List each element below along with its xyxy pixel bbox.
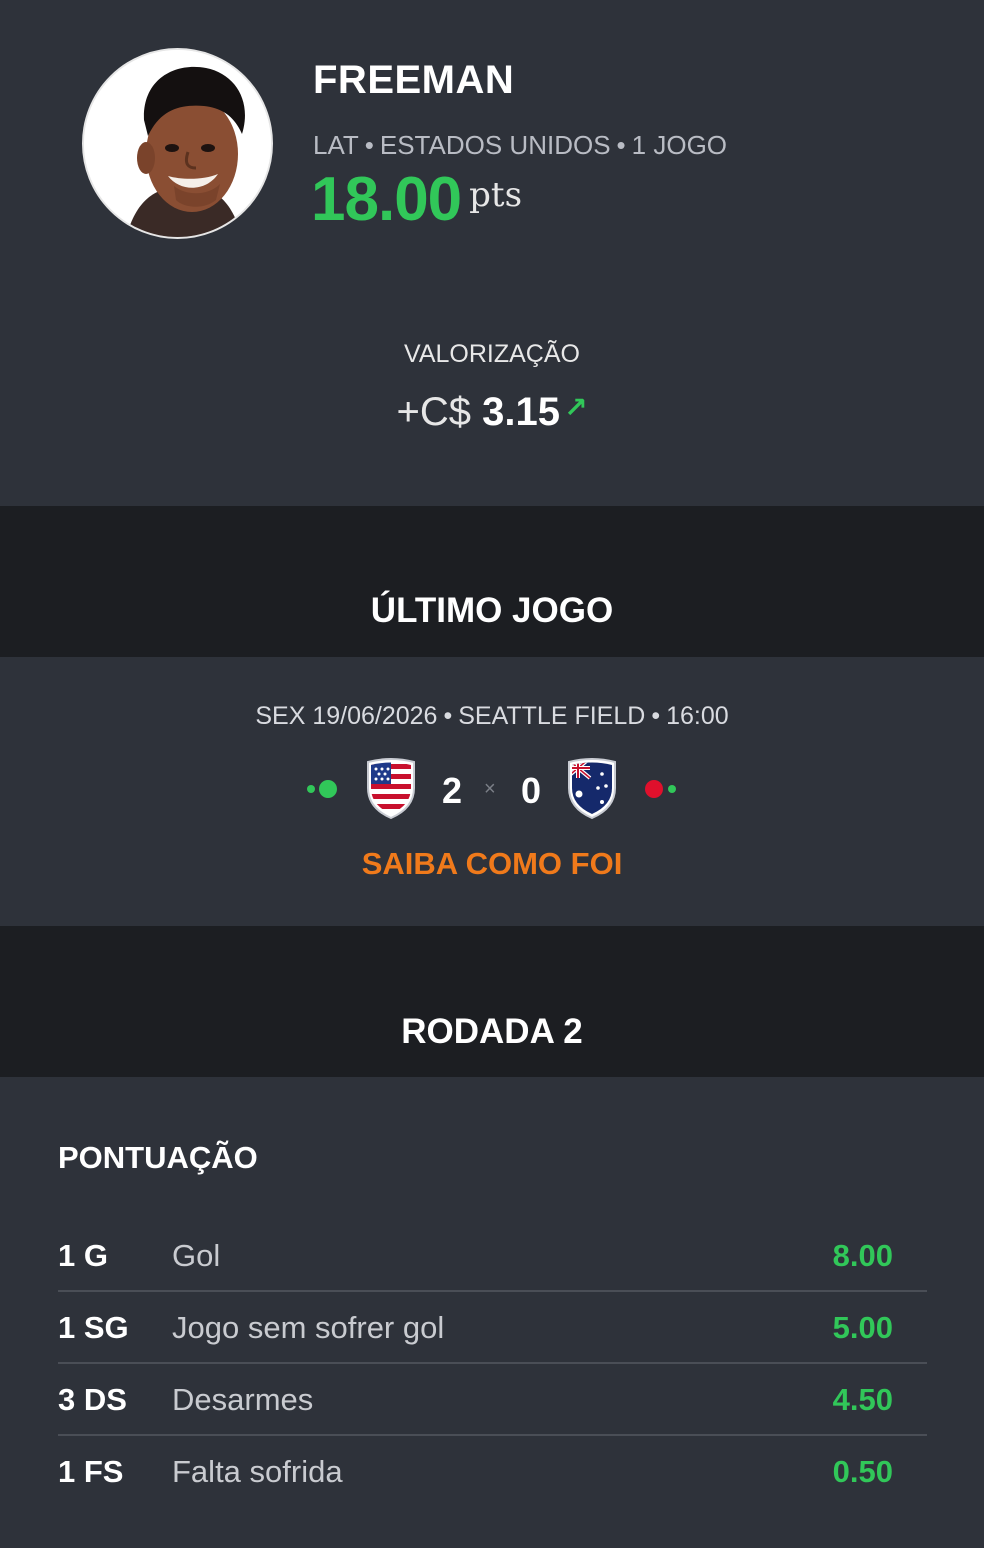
player-avatar <box>82 48 273 239</box>
scout-code: 1 G <box>58 1238 108 1273</box>
away-form-dot <box>645 780 663 798</box>
australia-crest-icon <box>566 758 618 825</box>
match-day: SEX 19/06/2026 <box>255 702 438 730</box>
match-venue: SEATTLE FIELD <box>458 702 646 730</box>
scoring-row: 1 G Gol 8.00 <box>58 1220 927 1292</box>
score-separator: × <box>484 778 496 800</box>
player-position: LAT <box>313 130 359 160</box>
scout-code: 3 DS <box>58 1382 127 1417</box>
match-info: SEX 19/06/2026 • SEATTLE FIELD • 16:00 <box>0 702 984 731</box>
scout-points: 8.00 <box>832 1238 893 1273</box>
scout-code: 1 FS <box>58 1454 124 1489</box>
valorization-amount: +C$ 3.15 ↗ <box>0 390 984 435</box>
valorization-value: 3.15 <box>482 390 560 434</box>
points-unit: pts <box>469 175 523 215</box>
match-time: 16:00 <box>666 702 729 730</box>
trend-up-icon: ↗ <box>564 392 588 423</box>
meta-separator: • <box>616 130 626 160</box>
match-details-link[interactable]: SAIBA COMO FOI <box>0 846 984 882</box>
away-form-dot <box>668 785 676 793</box>
points-value: 18.00 <box>311 165 462 234</box>
last-game-title: ÚLTIMO JOGO <box>370 591 614 630</box>
meta-separator: • <box>364 130 374 160</box>
info-separator: • <box>651 702 661 730</box>
round-band <box>0 926 984 1077</box>
home-score: 2 <box>442 770 463 811</box>
player-meta: LAT • ESTADOS UNIDOS • 1 JOGO <box>313 130 727 161</box>
usa-crest-icon <box>365 758 417 825</box>
away-score: 0 <box>521 770 542 811</box>
home-form-dot <box>319 780 337 798</box>
home-form-dot <box>307 785 315 793</box>
info-separator: • <box>443 702 453 730</box>
last-game-band <box>0 506 984 657</box>
scoring-label: PONTUAÇÃO <box>58 1140 258 1175</box>
player-points: 18.00 pts <box>311 164 522 235</box>
scout-description: Jogo sem sofrer gol <box>172 1310 445 1345</box>
scout-description: Falta sofrida <box>172 1454 343 1489</box>
scout-code: 1 SG <box>58 1310 129 1345</box>
scoring-row: 1 FS Falta sofrida 0.50 <box>58 1436 927 1508</box>
player-games: 1 JOGO <box>631 130 728 160</box>
scout-description: Gol <box>172 1238 221 1273</box>
scout-points: 0.50 <box>832 1454 893 1489</box>
valorization-prefix: +C$ <box>396 390 472 434</box>
player-name: FREEMAN <box>313 58 515 102</box>
scoring-row: 3 DS Desarmes 4.50 <box>58 1364 927 1436</box>
player-team: ESTADOS UNIDOS <box>379 130 611 160</box>
scout-description: Desarmes <box>172 1382 314 1417</box>
scout-points: 5.00 <box>832 1310 893 1345</box>
scout-points: 4.50 <box>832 1382 893 1417</box>
round-title: RODADA 2 <box>401 1012 583 1051</box>
scoring-row: 1 SG Jogo sem sofrer gol 5.00 <box>58 1292 927 1364</box>
valorization-label: VALORIZAÇÃO <box>404 340 580 368</box>
scoring-table: 1 G Gol 8.00 1 SG Jogo sem sofrer gol 5.… <box>58 1220 927 1508</box>
